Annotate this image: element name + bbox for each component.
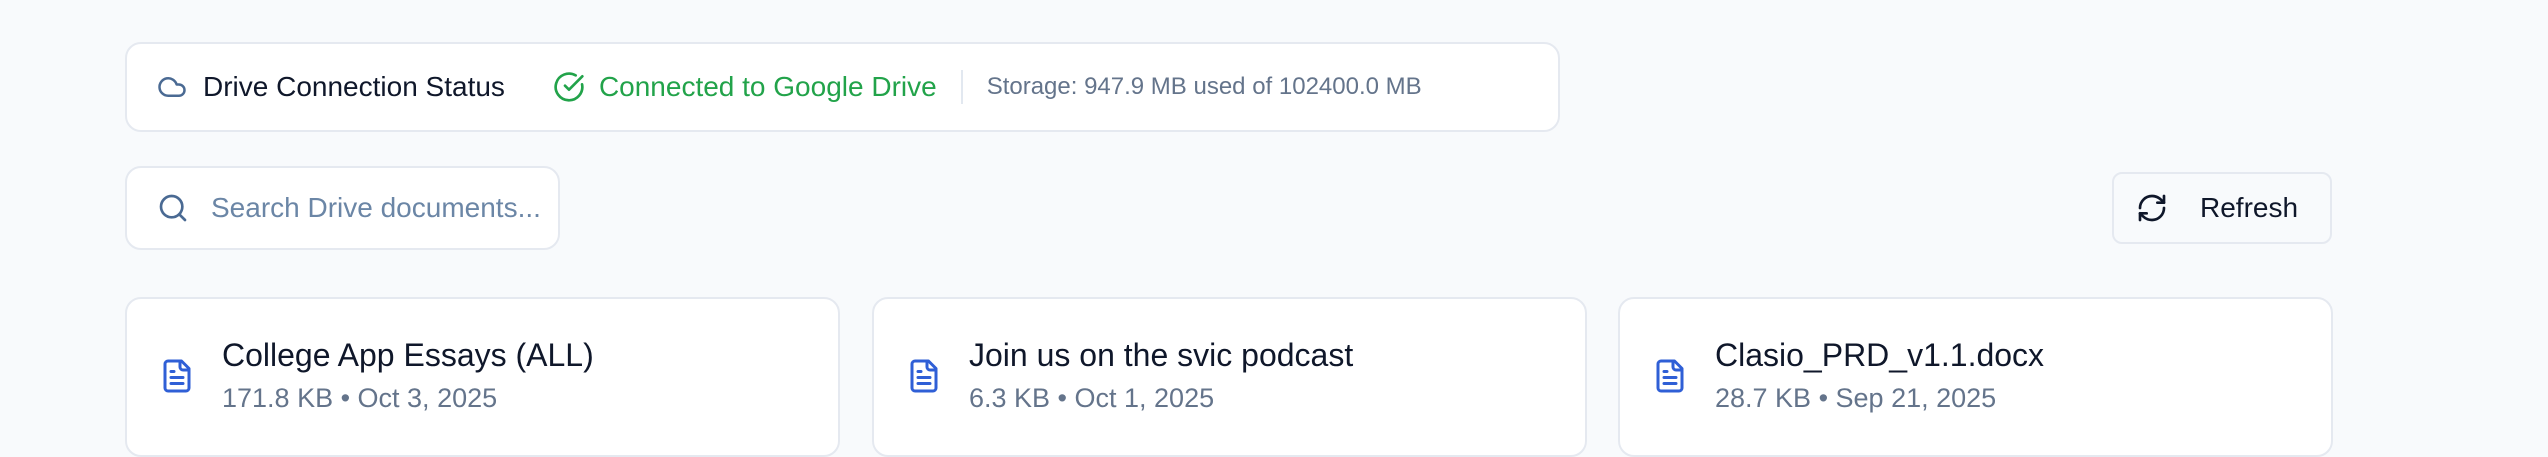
check-circle-icon — [554, 72, 584, 102]
connection-status-text: Connected to Google Drive — [598, 71, 937, 102]
document-meta: 6.3 KB • Oct 1, 2025 — [969, 383, 1215, 413]
document-card[interactable]: Join us on the svic podcast 6.3 KB • Oct… — [872, 297, 1587, 457]
document-meta: 28.7 KB • Sep 21, 2025 — [1715, 383, 1997, 413]
refresh-icon — [2138, 194, 2166, 222]
document-icon — [1656, 359, 1684, 393]
status-title: Drive Connection Status — [203, 71, 505, 102]
refresh-button[interactable]: Refresh — [2112, 172, 2332, 244]
connection-status: Connected to Google Drive — [553, 71, 937, 103]
document-meta: 171.8 KB • Oct 3, 2025 — [222, 383, 498, 413]
refresh-button-label: Refresh — [2200, 192, 2299, 223]
storage-usage: Storage: 947.9 MB used of 102400.0 MB — [986, 73, 1422, 100]
search-icon — [159, 194, 187, 222]
search-input[interactable] — [211, 192, 541, 224]
document-title: Join us on the svic podcast — [969, 337, 1354, 373]
drive-connection-status-card: Drive Connection Status Connected to Goo… — [125, 42, 1560, 132]
document-title: College App Essays (ALL) — [222, 337, 594, 373]
search-box[interactable] — [125, 166, 560, 250]
document-card[interactable]: College App Essays (ALL) 171.8 KB • Oct … — [125, 297, 840, 457]
status-title-group: Drive Connection Status — [157, 71, 505, 103]
document-icon — [163, 359, 191, 393]
document-icon — [910, 359, 938, 393]
document-card[interactable]: Clasio_PRD_v1.1.docx 28.7 KB • Sep 21, 2… — [1618, 297, 2333, 457]
document-title: Clasio_PRD_v1.1.docx — [1715, 337, 2045, 373]
status-divider — [960, 70, 963, 104]
cloud-icon — [158, 77, 186, 97]
